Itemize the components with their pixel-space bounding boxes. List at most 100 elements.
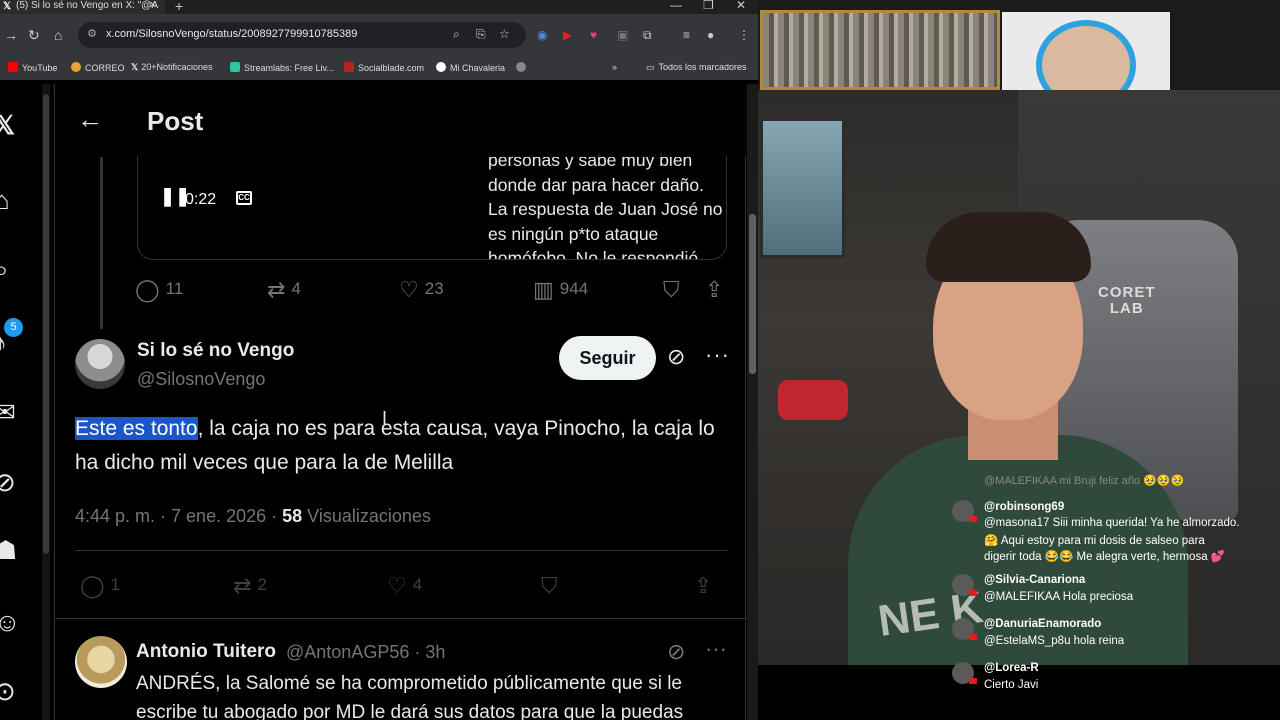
share-icon: ⇪ — [705, 277, 724, 302]
reply-button[interactable]: ◯ 1 — [80, 573, 120, 599]
home-icon[interactable]: ⌂ — [0, 187, 10, 213]
reading-list-icon[interactable]: ≡ — [683, 28, 690, 42]
extension-gray-icon[interactable]: ▣ — [617, 28, 628, 42]
person-hair — [926, 212, 1091, 282]
post-header: ← Post — [55, 84, 747, 157]
back-arrow-icon[interactable]: ← — [77, 104, 103, 135]
bookmark-correo[interactable]: CORREO — [71, 62, 125, 73]
chat-avatar — [952, 574, 977, 596]
notifications-badge: 5 — [4, 318, 23, 337]
parent-action-bar: ◯ 11 ⇄ 4 ♡ 23 ▥ 944 ⛉ ⇪ — [135, 277, 735, 307]
reply-author-avatar[interactable] — [75, 636, 127, 688]
close-window-icon[interactable]: ✕ — [736, 0, 746, 12]
top-wall-decor — [758, 0, 1280, 110]
chat-avatar — [952, 500, 977, 522]
like-button[interactable]: ♡ 23 — [399, 277, 444, 303]
repost-icon: ⇄ — [233, 573, 252, 598]
browser-tab-bar: 𝕏 (5) Si lo sé no Vengo en X: "@A ✕ + — … — [0, 0, 758, 14]
minimize-icon[interactable]: — — [670, 0, 682, 12]
divider — [75, 550, 727, 551]
share-button[interactable]: ⇪ — [705, 277, 729, 303]
chat-message-line: Cierto Javi — [984, 679, 1039, 691]
chat-message-line: @masona17 Siii minha querida! Ya he almo… — [984, 517, 1240, 529]
profile-avatar-icon[interactable]: ● — [707, 28, 714, 42]
browser-menu-icon[interactable]: ⋮ — [738, 28, 750, 42]
bookmark-socialblade[interactable]: Socialblade.com — [344, 62, 424, 73]
browser-tab[interactable]: 𝕏 (5) Si lo sé no Vengo en X: "@A ✕ — [0, 0, 165, 14]
views-button[interactable]: ▥ 944 — [533, 277, 588, 303]
tab-close-icon[interactable]: ✕ — [149, 0, 157, 12]
home-icon[interactable]: ⌂ — [54, 27, 62, 43]
reload-icon[interactable]: ↻ — [28, 27, 40, 44]
reply-icon: ◯ — [80, 573, 105, 598]
views-bar-icon: ▥ — [533, 277, 554, 302]
author-handle[interactable]: @SilosnoVengo — [137, 369, 265, 390]
chat-faded-message: @MALEFIKAA mi Bruji feliz año 🥹🥹🥹 — [984, 475, 1185, 487]
site-settings-icon[interactable]: ⚙ — [87, 27, 97, 40]
heart-icon: ♡ — [399, 277, 419, 302]
video-caption: personas y sabe muy bien donde dar para … — [488, 148, 726, 260]
extensions-puzzle-icon[interactable]: ⧉ — [643, 28, 652, 43]
page-scrollbar[interactable] — [747, 84, 758, 720]
follow-button[interactable]: Seguir — [559, 336, 656, 380]
maximize-icon[interactable]: ❐ — [703, 0, 714, 12]
grok-icon[interactable]: ⊘ — [667, 639, 685, 665]
chavaleria-icon — [436, 62, 446, 72]
profile-icon[interactable]: ☺ — [0, 609, 21, 635]
x-left-nav: 𝕏 ⌂ ⌕ ♪ 5 ✉ ⊘ ☗ ☺ ⊙ — [0, 84, 24, 720]
share-button[interactable]: ⇪ — [694, 573, 718, 599]
mail-icon — [71, 62, 81, 72]
like-button[interactable]: ♡ 4 — [387, 573, 422, 599]
all-bookmarks-folder[interactable]: ▭ Todos los marcadores — [646, 62, 747, 73]
bookmarks-overflow-icon[interactable]: » — [612, 62, 617, 72]
bookmark-star-icon[interactable]: ☆ — [499, 27, 510, 41]
extension-heart-icon[interactable]: ♥ — [590, 28, 597, 42]
bookmark-icon: ⛉ — [663, 277, 680, 302]
author-name[interactable]: Si lo sé no Vengo — [137, 340, 294, 362]
captions-icon[interactable]: CC — [236, 191, 252, 205]
messages-mail-icon[interactable]: ✉ — [0, 399, 16, 425]
reply-author-name[interactable]: Antonio Tuitero — [136, 641, 276, 663]
bookmark-label: Socialblade.com — [358, 63, 425, 73]
nav-scrollbar[interactable] — [42, 84, 50, 720]
url-field[interactable]: ⚙ x.com/SilosnoVengo/status/200892779991… — [78, 22, 526, 48]
heart-icon: ♡ — [387, 573, 407, 598]
more-circle-icon[interactable]: ⊙ — [0, 678, 16, 704]
bookmark-label: CORREO — [85, 63, 125, 73]
reply-button[interactable]: ◯ 11 — [135, 277, 183, 303]
communities-icon[interactable]: ☗ — [0, 537, 17, 563]
forward-icon[interactable]: → — [4, 27, 18, 43]
bookmark-streamlabs[interactable]: Streamlabs: Free Liv... — [230, 62, 334, 73]
url-text: x.com/SilosnoVengo/status/20089277999107… — [106, 28, 358, 40]
chat-message-line: @MALEFIKAA Hola preciosa — [984, 591, 1134, 603]
bookmark-youtube[interactable]: YouTube — [8, 62, 57, 73]
post-text: Este es tonto, la caja no es para esta c… — [75, 412, 735, 480]
chat-username: @DanuriaEnamorado — [984, 618, 1102, 630]
repost-button[interactable]: ⇄ 2 — [233, 573, 267, 599]
explore-search-icon[interactable]: ⌕ — [0, 256, 9, 282]
more-options-icon[interactable]: ··· — [705, 342, 730, 368]
zoom-icon[interactable]: ⌕ — [453, 27, 460, 42]
bookmark-globe[interactable] — [516, 62, 530, 73]
x-home-logo-icon[interactable]: 𝕏 — [0, 112, 15, 138]
bookmark-notificaciones[interactable]: 𝕏 20+Notificaciones — [131, 62, 213, 73]
new-tab-button[interactable]: + — [175, 0, 183, 14]
framed-photo — [1002, 12, 1170, 110]
repost-button[interactable]: ⇄ 4 — [267, 277, 301, 303]
more-options-icon[interactable]: ··· — [705, 636, 727, 662]
reply-author-handle[interactable]: @AntonAGP56 · 3h — [286, 642, 445, 663]
divider — [55, 618, 747, 619]
page-scrollbar-thumb[interactable] — [749, 214, 756, 374]
author-avatar[interactable] — [75, 339, 125, 389]
extension-youtube-icon[interactable]: ▶ — [563, 28, 572, 42]
bookmark-button[interactable]: ⛉ — [541, 573, 564, 599]
extension-wave-icon[interactable]: ◉ — [537, 28, 547, 42]
bookmark-mi-chavaleria[interactable]: Mi Chavaleria — [436, 62, 505, 73]
grok-icon[interactable]: ⊘ — [0, 469, 16, 495]
install-icon[interactable]: ⎘ — [476, 27, 486, 42]
grok-icon[interactable]: ⊘ — [667, 344, 685, 370]
bookmark-button[interactable]: ⛉ — [663, 277, 686, 303]
nav-scrollbar-thumb[interactable] — [43, 94, 49, 554]
post-timestamp[interactable]: 4:44 p. m. · 7 ene. 2026 · — [75, 506, 282, 526]
caption-line: homófobo. No le respondió — [488, 248, 699, 260]
